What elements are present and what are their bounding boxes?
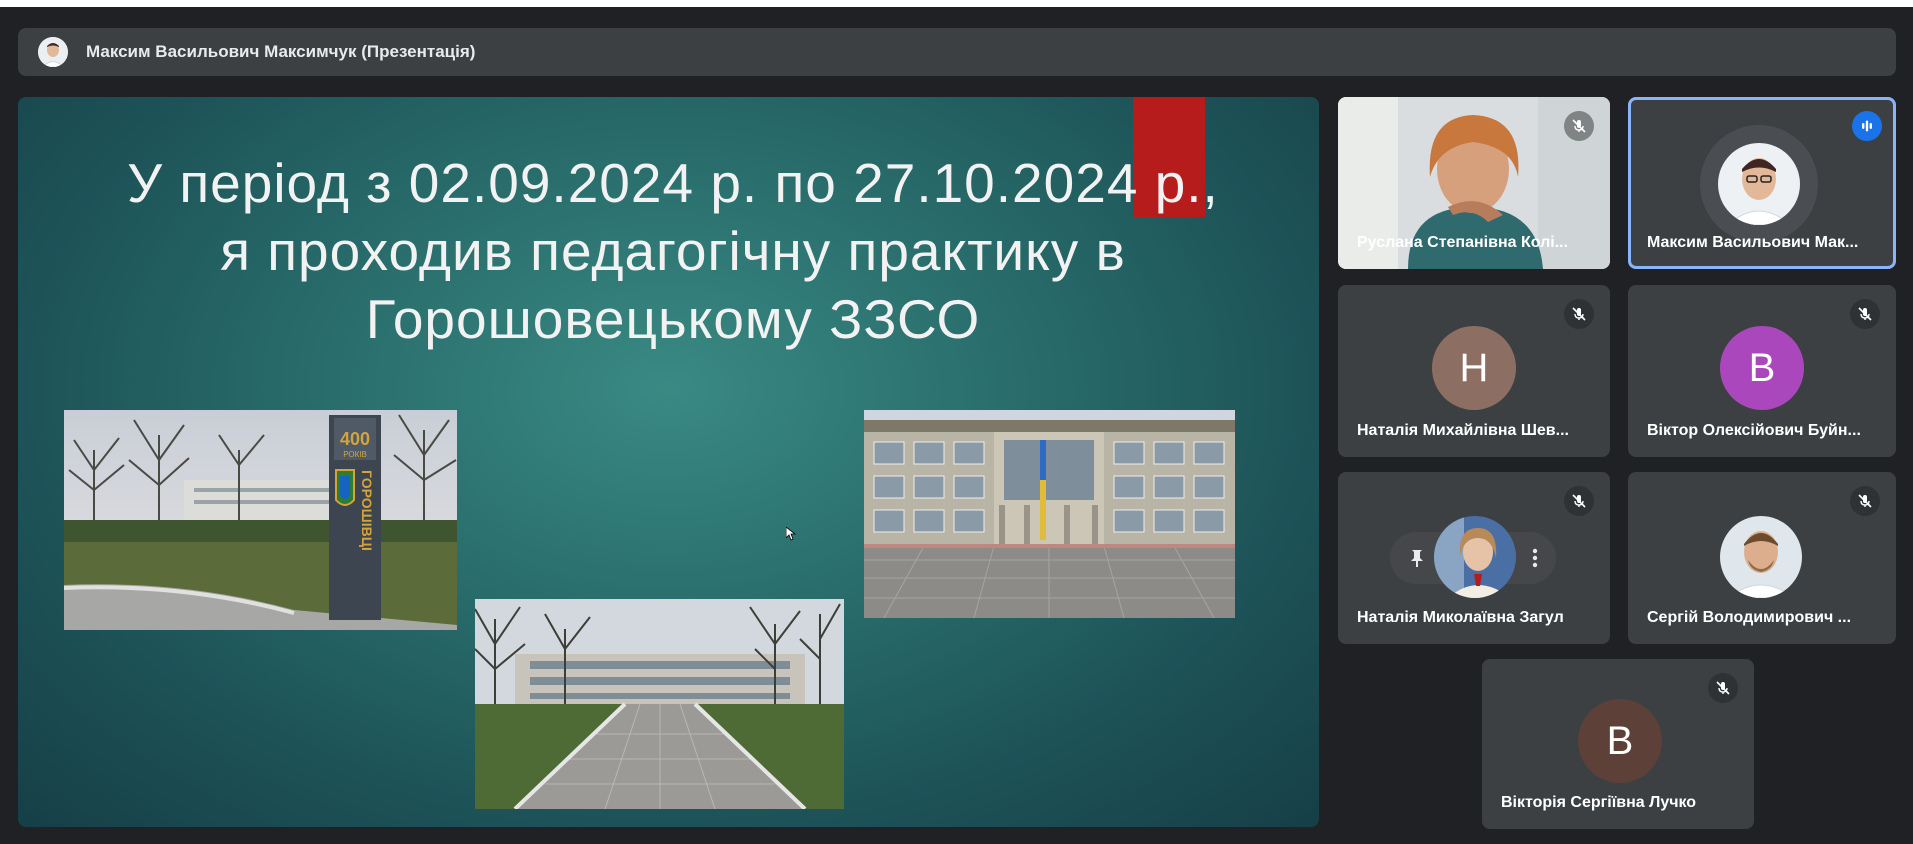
speaking-indicator-icon: [1852, 111, 1882, 141]
participant-name: Сергій Володимирович ...: [1647, 609, 1852, 626]
village-sign-photo: 400 РОКІВ ГОРОШІВЦІ: [64, 410, 457, 630]
participant-avatar: [1720, 516, 1802, 598]
participant-tile[interactable]: В Віктор Олексійович Буйн...: [1628, 285, 1896, 457]
presenter-avatar: [38, 37, 68, 67]
participant-avatar: [1434, 516, 1516, 598]
participant-tile[interactable]: Наталія Миколаївна Загул: [1338, 472, 1610, 644]
participant-letter-avatar: В: [1578, 699, 1662, 783]
mic-off-icon: [1564, 111, 1594, 141]
sign-small-text: РОКІВ: [343, 450, 367, 459]
participant-name: Вікторія Сергіївна Лучко: [1501, 794, 1697, 811]
participant-tile[interactable]: Руслана Степанівна Колі...: [1338, 97, 1610, 269]
mic-off-icon: [1564, 299, 1594, 329]
slide-title-line: Горошовецькому ЗЗСО: [365, 288, 981, 350]
presentation-slide[interactable]: У період з 02.09.2024 р. по 27.10.2024 р…: [18, 97, 1319, 827]
slide-title-line: У період з 02.09.2024 р. по 27.10.2024 р…: [127, 152, 1219, 214]
sign-number: 400: [340, 429, 370, 449]
participant-tile[interactable]: В Вікторія Сергіївна Лучко: [1482, 659, 1754, 829]
participant-name: Наталія Михайлівна Шев...: [1357, 422, 1569, 439]
participant-tile[interactable]: Сергій Володимирович ...: [1628, 472, 1896, 644]
top-strip: [0, 0, 1913, 7]
mic-off-icon: [1708, 673, 1738, 703]
participant-tile[interactable]: Н Наталія Михайлівна Шев...: [1338, 285, 1610, 457]
sign-word: ГОРОШІВЦІ: [359, 470, 375, 551]
participant-tile-active-speaker[interactable]: Максим Васильович Мак...: [1628, 97, 1896, 269]
more-options-icon[interactable]: [1532, 548, 1538, 568]
presenter-label: Максим Васильович Максимчук (Презентація…: [86, 42, 476, 61]
school-building-photo: [864, 410, 1235, 618]
participant-letter-avatar: Н: [1432, 326, 1516, 410]
mouse-cursor-icon: [786, 527, 796, 541]
presenter-bar: Максим Васильович Максимчук (Презентація…: [18, 28, 1896, 76]
mic-off-icon: [1564, 486, 1594, 516]
mic-off-icon: [1850, 486, 1880, 516]
pin-icon[interactable]: [1408, 548, 1426, 568]
participant-name: Наталія Миколаївна Загул: [1357, 609, 1564, 626]
slide-title: У період з 02.09.2024 р. по 27.10.2024 р…: [58, 149, 1288, 353]
participant-name: Руслана Степанівна Колі...: [1357, 234, 1569, 251]
participant-avatar: [1718, 143, 1800, 225]
slide-title-line: я проходив педагогічну практику в: [220, 220, 1126, 282]
participant-name: Максим Васильович Мак...: [1647, 234, 1859, 251]
mic-off-icon: [1850, 299, 1880, 329]
participant-letter-avatar: В: [1720, 326, 1804, 410]
participant-name: Віктор Олексійович Буйн...: [1647, 422, 1861, 439]
school-alley-photo: [475, 599, 844, 809]
